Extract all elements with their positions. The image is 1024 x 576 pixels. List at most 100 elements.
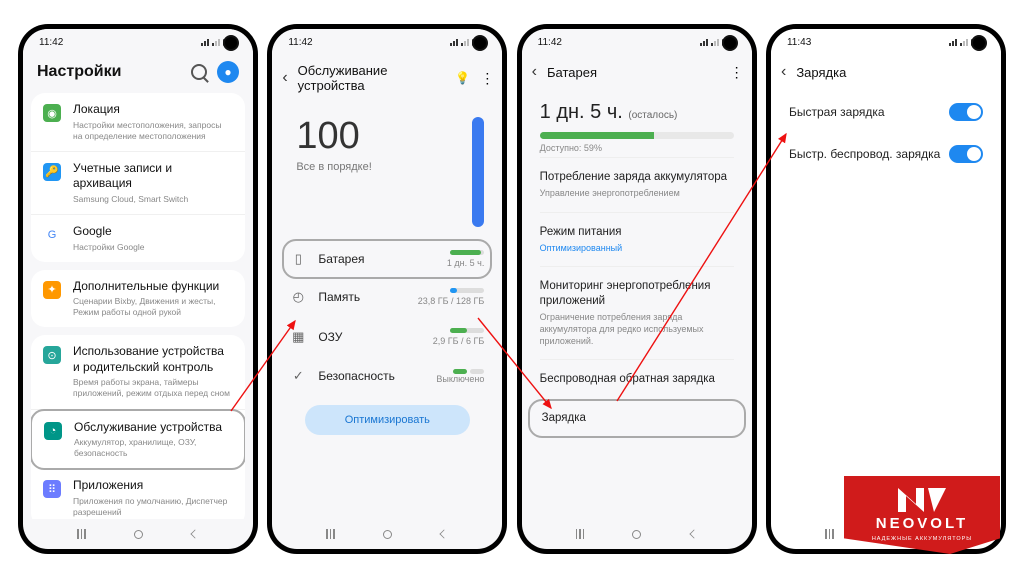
nav-recent-icon[interactable] xyxy=(825,529,834,539)
row-subtitle: Приложения по умолчанию, Диспетчер разре… xyxy=(73,496,233,518)
row-subtitle: Настройки Google xyxy=(73,242,144,253)
row-subtitle: Настройки местоположения, запросы на опр… xyxy=(73,120,233,142)
logo-brand: NEOVOLT xyxy=(844,515,1000,532)
battery-row[interactable]: Беспроводная обратная зарядка xyxy=(540,359,734,399)
toggle-row[interactable]: Быстр. беспровод. зарядка xyxy=(771,133,1001,175)
device-care-row[interactable]: ✓ Безопасность Выключено xyxy=(284,357,490,395)
neovolt-logo: NEOVOLT НАДЕЖНЫЕ АККУМУЛЯТОРЫ xyxy=(844,476,1000,562)
profile-avatar[interactable]: ● xyxy=(217,61,239,83)
settings-row[interactable]: ⠿ Приложения Приложения по умолчанию, Дис… xyxy=(31,469,245,519)
status-time: 11:42 xyxy=(538,37,562,48)
camera-cutout xyxy=(971,35,987,51)
battery-remaining-suffix: (осталось) xyxy=(628,110,677,121)
page-header: Настройки ● xyxy=(23,55,253,93)
row-icon: ◴ xyxy=(290,289,306,305)
device-care-row[interactable]: ◴ Память 23,8 ГБ / 128 ГБ xyxy=(284,277,490,317)
nav-back-icon[interactable] xyxy=(689,529,698,538)
page-title: Обслуживание устройства xyxy=(298,63,446,93)
device-care-row[interactable]: ▦ ОЗУ 2,9 ГБ / 6 ГБ xyxy=(284,317,490,357)
toggle-label: Быстр. беспровод. зарядка xyxy=(789,147,940,161)
row-title: Обслуживание устройства xyxy=(74,420,232,436)
row-icon: ▦ xyxy=(290,329,306,345)
battery-row[interactable]: Потребление заряда аккумулятора Управлен… xyxy=(540,157,734,212)
battery-row[interactable]: Зарядка xyxy=(528,399,746,438)
battery-remaining: 1 дн. 5 ч. xyxy=(540,101,623,123)
toggle-switch[interactable] xyxy=(949,145,983,163)
settings-row[interactable]: ✦ Дополнительные функцииСценарии Bixby, … xyxy=(31,270,245,328)
nav-recent-icon[interactable] xyxy=(326,529,335,539)
back-icon[interactable]: ‹ xyxy=(282,69,287,87)
row-icon: G xyxy=(43,226,61,244)
row-icon: ▯ xyxy=(290,251,306,267)
row-title: Приложения xyxy=(73,478,233,494)
signal-icon xyxy=(201,39,209,46)
row-stat: Выключено xyxy=(436,369,484,384)
phone-4: 11:43 ‹ Зарядка Быстрая зарядка Быстр. б… xyxy=(766,24,1006,554)
nav-back-icon[interactable] xyxy=(190,529,199,538)
row-label: Батарея xyxy=(318,252,435,266)
row-subtitle: Время работы экрана, таймеры приложений,… xyxy=(73,377,233,399)
more-icon[interactable]: ⋮ xyxy=(480,70,492,87)
more-icon[interactable]: ⋮ xyxy=(730,64,742,81)
search-icon[interactable] xyxy=(191,64,207,80)
row-title: Режим питания xyxy=(540,225,734,240)
toggle-row[interactable]: Быстрая зарядка xyxy=(771,91,1001,133)
phone-1: 11:42 Настройки ● ◉ ЛокацияНас xyxy=(18,24,258,554)
score-bar xyxy=(472,117,484,227)
battery-row[interactable]: Режим питания Оптимизированный xyxy=(540,212,734,267)
row-title: Использование устройства и родительский … xyxy=(73,344,233,375)
row-icon: ✓ xyxy=(290,368,306,384)
battery-available: Доступно: 59% xyxy=(540,143,734,153)
row-subtitle: Аккумулятор, хранилище, ОЗУ, безопасност… xyxy=(74,437,232,459)
row-subtitle: Оптимизированный xyxy=(540,243,734,255)
row-subtitle: Управление энергопотреблением xyxy=(540,188,734,200)
page-title: Настройки xyxy=(37,63,121,81)
back-icon[interactable]: ‹ xyxy=(532,63,537,81)
row-icon: ◉ xyxy=(43,104,61,122)
logo-tagline: НАДЕЖНЫЕ АККУМУЛЯТОРЫ xyxy=(844,536,1000,542)
nav-home-icon[interactable] xyxy=(632,530,641,539)
settings-row[interactable]: 🔑 Учетные записи и архивацияSamsung Clou… xyxy=(31,152,245,215)
settings-row[interactable]: ◔ Обслуживание устройстваАккумулятор, хр… xyxy=(31,409,245,471)
row-subtitle: Сценарии Bixby, Движения и жесты, Режим … xyxy=(73,296,233,318)
row-label: ОЗУ xyxy=(318,330,420,344)
row-icon: 🔑 xyxy=(43,163,61,181)
settings-row[interactable]: ⊙ Использование устройства и родительски… xyxy=(31,335,245,409)
back-icon[interactable]: ‹ xyxy=(781,63,786,81)
status-bar: 11:43 xyxy=(771,29,1001,55)
device-care-row[interactable]: ▯ Батарея 1 дн. 5 ч. xyxy=(282,239,492,279)
battery-row[interactable]: Мониторинг энергопотребления приложений … xyxy=(540,266,734,359)
nav-bar xyxy=(272,519,502,549)
row-icon: ✦ xyxy=(43,281,61,299)
row-icon: ◔ xyxy=(44,422,62,440)
toggle-switch[interactable] xyxy=(949,103,983,121)
row-subtitle: Ограничение потребления заряда аккумулят… xyxy=(540,312,734,347)
camera-cutout xyxy=(223,35,239,51)
score-value: 100 xyxy=(296,117,472,155)
row-title: Google xyxy=(73,224,144,240)
nav-back-icon[interactable] xyxy=(440,529,449,538)
toggle-label: Быстрая зарядка xyxy=(789,105,885,119)
tip-icon[interactable]: 💡 xyxy=(455,71,470,85)
row-title: Потребление заряда аккумулятора xyxy=(540,170,734,185)
row-title: Мониторинг энергопотребления приложений xyxy=(540,279,734,309)
optimize-button[interactable]: Оптимизировать xyxy=(305,405,470,435)
nav-home-icon[interactable] xyxy=(134,530,143,539)
nav-home-icon[interactable] xyxy=(383,530,392,539)
settings-row[interactable]: ◉ ЛокацияНастройки местоположения, запро… xyxy=(31,93,245,152)
nav-bar xyxy=(522,519,752,549)
status-time: 11:42 xyxy=(39,37,63,48)
row-icon: ⠿ xyxy=(43,480,61,498)
nav-recent-icon[interactable] xyxy=(77,529,86,539)
page-title: Батарея xyxy=(547,65,720,80)
phone-2: 11:42 ‹ Обслуживание устройства 💡 ⋮ 100 … xyxy=(267,24,507,554)
status-time: 11:43 xyxy=(787,37,811,48)
row-title: Дополнительные функции xyxy=(73,279,233,295)
status-bar: 11:42 xyxy=(522,29,752,55)
score-subtitle: Все в порядке! xyxy=(296,161,472,173)
settings-row[interactable]: G Google Настройки Google xyxy=(31,215,245,262)
camera-cutout xyxy=(722,35,738,51)
row-label: Безопасность xyxy=(318,369,424,383)
battery-hero: 1 дн. 5 ч. (осталось) Доступно: 59% xyxy=(522,91,752,157)
nav-recent-icon[interactable] xyxy=(576,529,585,539)
